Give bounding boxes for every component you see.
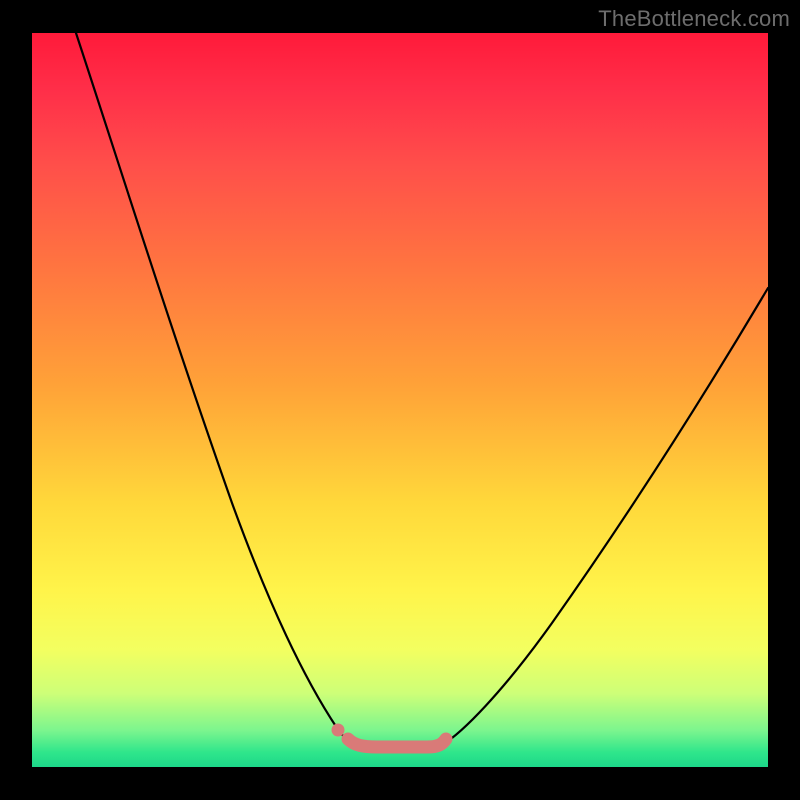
curves-svg bbox=[32, 33, 768, 767]
curve-left bbox=[76, 33, 354, 745]
optimal-highlight-bar bbox=[348, 739, 446, 747]
watermark-text: TheBottleneck.com bbox=[598, 6, 790, 32]
curve-right bbox=[442, 288, 768, 745]
plot-area bbox=[32, 33, 768, 767]
chart-frame: TheBottleneck.com bbox=[0, 0, 800, 800]
optimal-highlight-dot bbox=[332, 724, 345, 737]
